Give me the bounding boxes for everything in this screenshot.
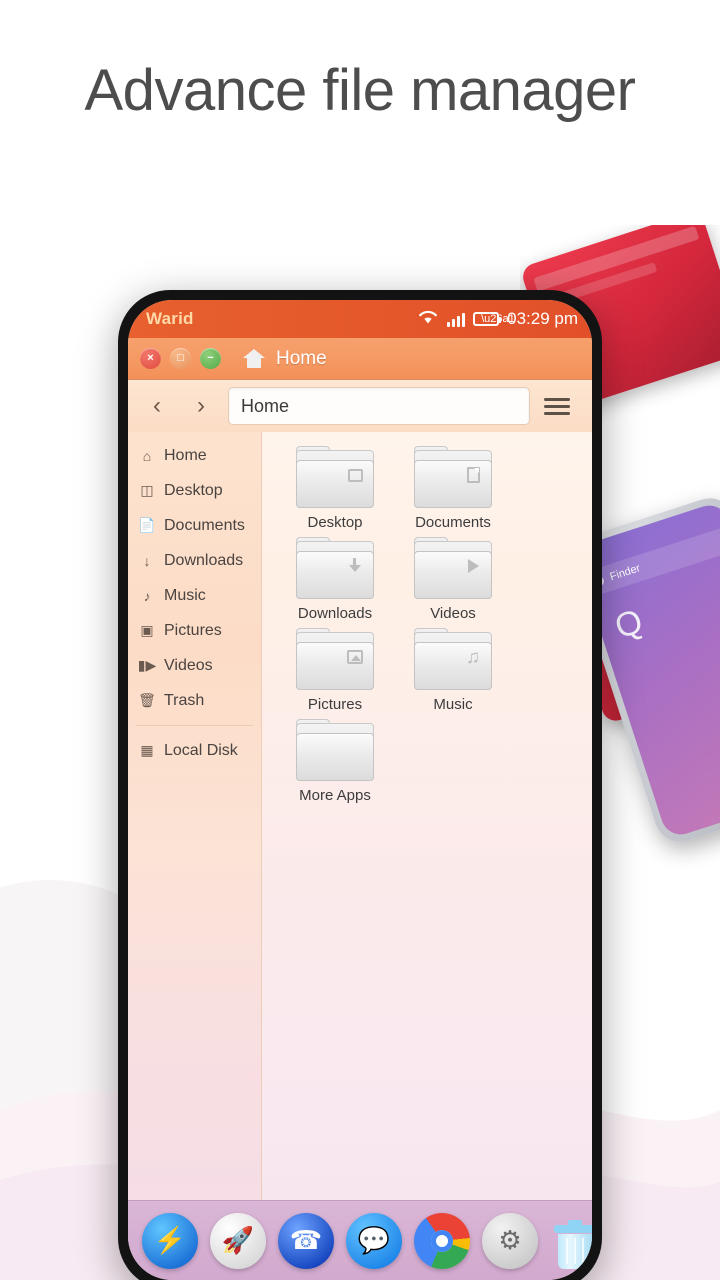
music-note-icon: ♪ (143, 587, 151, 604)
folder-item[interactable]: Downloads (276, 537, 394, 622)
sidebar-item-label: Downloads (164, 551, 244, 569)
music-note-glyph: ♫ (465, 646, 481, 668)
folder-item[interactable]: More Apps (276, 719, 394, 804)
sidebar-item-pictures[interactable]: ▣ Pictures (128, 613, 261, 648)
sidebar-item-label: Trash (164, 691, 205, 709)
folder-item[interactable]: Desktop (276, 446, 394, 531)
dock: ⚡ 🚀 ☎ 💬 ⚙ (128, 1200, 592, 1280)
folder-item[interactable]: ♫ Music (394, 628, 512, 713)
clock-label: 03:29 pm (507, 309, 578, 328)
sidebar-item-label: Music (164, 586, 206, 604)
forward-button[interactable]: › (184, 389, 218, 423)
window-body: ⌂ Home ◫ Desktop 📄 Documents ↓ Downloads (128, 432, 592, 1200)
sidebar-item-desktop[interactable]: ◫ Desktop (128, 473, 261, 508)
carrier-label: Warid (146, 309, 194, 328)
window-glyph (345, 464, 365, 486)
chrome-icon[interactable] (414, 1212, 470, 1269)
folder-icon (414, 446, 492, 508)
status-bar: Warid \u26a1 03:29 pm (128, 300, 592, 338)
maximize-window-button[interactable]: □ (170, 348, 191, 369)
hard-disk-icon: ▦ (140, 742, 154, 758)
camera-icon: ▣ (140, 622, 154, 638)
signal-bars-icon (447, 312, 466, 327)
folder-item[interactable]: Documents (394, 446, 512, 531)
battery-charging-icon: \u26a1 (473, 312, 515, 326)
folder-label: Pictures (307, 696, 363, 713)
screenshot-root: Finder Q Advance file manager Warid \u26… (0, 0, 720, 1280)
home-icon (243, 349, 265, 368)
minimize-window-button[interactable]: − (200, 348, 221, 369)
folder-icon (296, 537, 374, 599)
sidebar-item-label: Videos (164, 656, 213, 674)
sidebar-item-music[interactable]: ♪ Music (128, 578, 261, 613)
document-icon: 📄 (138, 517, 156, 533)
trash-icon[interactable] (550, 1213, 592, 1269)
back-button[interactable]: ‹ (140, 389, 174, 423)
folder-label: Videos (430, 605, 476, 622)
trash-icon: 🗑 (138, 692, 156, 708)
close-window-button[interactable]: × (140, 348, 161, 369)
sidebar-item-label: Home (164, 446, 207, 464)
picture-glyph (345, 646, 365, 668)
sidebar: ⌂ Home ◫ Desktop 📄 Documents ↓ Downloads (128, 432, 262, 1200)
sidebar-item-label: Desktop (164, 481, 223, 499)
wifi-icon (417, 309, 439, 330)
folder-item[interactable]: Videos (394, 537, 512, 622)
app-store-icon[interactable]: ⚡ (142, 1212, 198, 1269)
folder-icon (296, 628, 374, 690)
folder-item[interactable]: Pictures (276, 628, 394, 713)
window-title: Home (276, 347, 327, 369)
file-grid-area: Desktop Documents Downloads Videos Pictu… (262, 432, 592, 1200)
sidebar-item-label: Local Disk (164, 741, 238, 759)
phone-icon[interactable]: ☎ (278, 1212, 334, 1269)
phone-device-frame: Warid \u26a1 03:29 pm × □ − Home ‹ › Hom… (118, 290, 602, 1280)
video-camera-icon: ▮▶ (137, 657, 157, 673)
sidebar-item-label: Pictures (164, 621, 222, 639)
sidebar-item-local-disk[interactable]: ▦ Local Disk (128, 733, 261, 768)
desktop-icon: ◫ (140, 482, 154, 498)
path-input[interactable]: Home (228, 387, 530, 425)
sidebar-item-label: Documents (164, 516, 245, 534)
window-title-bar: × □ − Home (128, 338, 592, 380)
folder-label: Documents (415, 514, 491, 531)
document-glyph (463, 464, 483, 486)
folder-icon (414, 537, 492, 599)
settings-gear-icon[interactable]: ⚙ (482, 1212, 538, 1269)
phone-screen: Warid \u26a1 03:29 pm × □ − Home ‹ › Hom… (128, 300, 592, 1280)
list-view-icon[interactable] (540, 387, 580, 425)
sidebar-item-downloads[interactable]: ↓ Downloads (128, 543, 261, 578)
folder-icon: ♫ (414, 628, 492, 690)
folder-icon (296, 446, 374, 508)
sidebar-item-documents[interactable]: 📄 Documents (128, 508, 261, 543)
folder-label: Downloads (297, 605, 373, 622)
download-icon: ↓ (143, 552, 151, 569)
messages-icon[interactable]: 💬 (346, 1212, 402, 1269)
page-title: Advance file manager (84, 58, 637, 123)
sidebar-item-home[interactable]: ⌂ Home (128, 438, 261, 473)
sidebar-divider (136, 725, 253, 726)
rocket-icon[interactable]: 🚀 (210, 1212, 266, 1269)
folder-grid: Desktop Documents Downloads Videos Pictu… (276, 446, 582, 810)
folder-label: Music (433, 696, 473, 713)
folder-icon (296, 719, 374, 781)
folder-label: Desktop (307, 514, 363, 531)
home-icon: ⌂ (142, 447, 152, 464)
sidebar-item-trash[interactable]: 🗑 Trash (128, 683, 261, 718)
sidebar-item-videos[interactable]: ▮▶ Videos (128, 648, 261, 683)
navigation-toolbar: ‹ › Home (128, 380, 592, 432)
play-glyph (463, 555, 483, 577)
folder-label: More Apps (299, 787, 371, 804)
download-arrow-glyph (345, 555, 365, 577)
